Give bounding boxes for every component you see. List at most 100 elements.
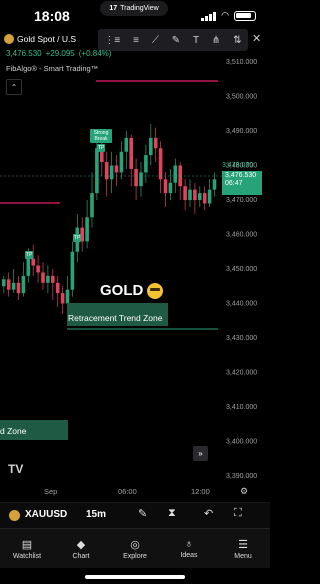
cursor-icon[interactable]: ⇅: [233, 35, 241, 46]
ruler-icon[interactable]: ⋮≡: [104, 35, 120, 46]
candle-body: [119, 151, 124, 173]
candle-body: [41, 272, 45, 283]
candle-body: [2, 279, 6, 287]
y-tick-label: 3,400.000: [226, 439, 257, 446]
tab-label: Ideas: [180, 552, 198, 559]
candle-body: [85, 217, 89, 242]
pencil-icon[interactable]: ✎: [138, 507, 147, 520]
last-price: 3,476.530: [6, 49, 42, 58]
price-row: 3,476.530 +29.095 (+0.84%): [6, 49, 111, 58]
candle-body: [109, 165, 114, 180]
y-tick-label: 3,490.000: [226, 128, 257, 135]
y-tick-label: 3,500.000: [226, 94, 257, 101]
candle-body: [21, 275, 26, 294]
close-icon[interactable]: ✕: [252, 32, 261, 45]
gold-coin-icon: [9, 510, 20, 521]
candle-body: [158, 148, 163, 180]
current-price-tag: 3,476.530 06:47: [222, 171, 262, 195]
price-tag-value: 3,476.530: [225, 172, 257, 179]
text-icon[interactable]: T: [193, 35, 199, 46]
caption-text: GOLD: [100, 282, 144, 299]
tab-menu[interactable]: ☰ Menu: [216, 529, 270, 568]
fib-icon[interactable]: ≡: [133, 35, 139, 46]
y-tick-label: 3,390.000: [226, 473, 257, 480]
trendline-icon[interactable]: ⟋: [152, 35, 159, 46]
tab-bar: ▤ Watchlist ◆ Chart ◎ Explore ♁ Ideas ☰ …: [0, 528, 270, 568]
y-tick-label: 3,460.000: [226, 232, 257, 239]
tab-label: Watchlist: [12, 552, 42, 560]
candle-body: [11, 282, 16, 290]
candle-body: [134, 168, 138, 187]
price-change-pct: (+0.84%): [78, 49, 112, 58]
y-tick-label: 3,430.000: [226, 335, 257, 342]
signal-tp: TP: [73, 234, 81, 242]
y-tick-label: 3,440.000: [226, 301, 257, 308]
tab-chart[interactable]: ◆ Chart: [54, 529, 108, 568]
tab-label: Explore: [123, 552, 147, 560]
tab-watchlist[interactable]: ▤ Watchlist: [0, 529, 54, 568]
candle-body: [51, 275, 55, 283]
candle-body: [60, 293, 65, 304]
candle-body: [202, 193, 207, 204]
zone-label: Retracement Trend Zone: [68, 313, 163, 323]
x-tick: 12:00: [191, 487, 210, 496]
candle-body: [124, 137, 129, 152]
price-tag-top: 3,478.070: [222, 162, 254, 169]
x-tick: 06:00: [118, 487, 137, 496]
go-to-realtime-button[interactable]: »: [193, 446, 208, 461]
indicator-label[interactable]: FibAlgo® - Smart Trading™: [6, 64, 98, 73]
candle-body: [212, 179, 217, 190]
signal-tp: TP: [97, 144, 105, 152]
home-indicator: [85, 575, 185, 579]
candle-body: [65, 289, 70, 304]
candle-body: [173, 165, 178, 183]
chart-icon: ◆: [76, 538, 86, 551]
y-tick-label: 3,510.000: [226, 59, 257, 66]
symbol-button[interactable]: XAUUSD: [25, 509, 67, 520]
candle-body: [193, 189, 197, 200]
gear-icon[interactable]: ⚙: [240, 486, 248, 497]
candle-body: [31, 258, 35, 266]
drawing-toolbar[interactable]: ⋮≡ ≡ ⟋ ✎ T ⋔ ⇅: [98, 29, 248, 51]
gold-coin-icon: [4, 34, 14, 44]
candle-body: [70, 251, 75, 290]
tab-ideas[interactable]: ♁ Ideas: [162, 529, 216, 568]
gold-caption: GOLD: [100, 282, 164, 299]
fullscreen-icon[interactable]: ⛶: [234, 507, 242, 520]
candle-body: [153, 137, 158, 149]
interval-button[interactable]: 15m: [86, 509, 106, 520]
price-tag-countdown: 06:47: [225, 180, 243, 187]
candle-body: [90, 193, 94, 218]
candle-body: [55, 282, 60, 294]
candle-body: [6, 279, 11, 290]
indicators-icon[interactable]: ⧗: [168, 507, 176, 520]
undo-icon[interactable]: ↶: [204, 507, 213, 520]
y-tick-label: 3,410.000: [226, 404, 257, 411]
symbol-header[interactable]: Gold Spot / U.S: [4, 34, 76, 44]
emoji-icon: [147, 282, 164, 299]
watchlist-icon: ▤: [21, 538, 33, 551]
price-change: +29.095: [45, 49, 75, 58]
candle-body: [104, 162, 109, 180]
y-tick-label: 3,470.000: [226, 197, 257, 204]
tradingview-logo: TV: [8, 462, 24, 476]
price-chart[interactable]: 3,510.0003,500.0003,490.0003,480.0003,47…: [0, 0, 270, 500]
candle-body: [46, 275, 50, 283]
tab-explore[interactable]: ◎ Explore: [108, 529, 162, 568]
candle-body: [207, 189, 212, 204]
tab-label: Menu: [234, 552, 252, 560]
chevron-up-icon[interactable]: ⌃: [6, 79, 22, 95]
symbol-title: Gold Spot / U.S: [17, 34, 77, 44]
candle-body: [188, 189, 192, 200]
menu-icon: ☰: [238, 538, 248, 551]
signal-label: Strong Break: [93, 130, 109, 142]
signal-tp: TP: [25, 251, 33, 259]
candle-body: [198, 193, 202, 200]
y-tick-label: 3,450.000: [226, 266, 257, 273]
explore-icon: ◎: [130, 538, 140, 551]
zone-label-lower: d Zone: [0, 426, 27, 436]
candle-body: [139, 172, 143, 187]
pitchfork-icon[interactable]: ⋔: [212, 35, 220, 46]
brush-icon[interactable]: ✎: [172, 35, 180, 46]
candle-body: [168, 182, 173, 194]
